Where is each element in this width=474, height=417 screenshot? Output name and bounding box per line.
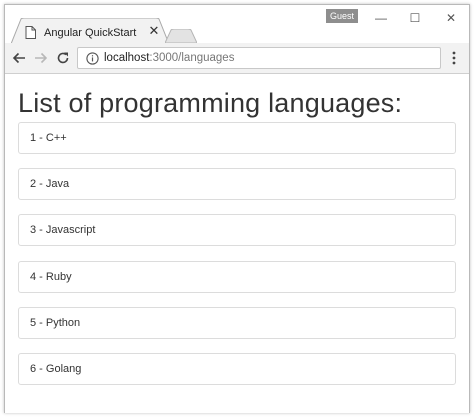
page-title: List of programming languages: <box>18 88 403 118</box>
page-icon <box>25 26 36 39</box>
forward-arrow-icon[interactable] <box>33 50 49 66</box>
list-item[interactable]: 1 - C++ <box>18 122 456 154</box>
reload-icon[interactable] <box>55 50 71 66</box>
minimize-icon[interactable]: — <box>374 11 388 25</box>
window-close-icon[interactable]: ✕ <box>444 11 458 25</box>
back-arrow-icon[interactable] <box>11 50 27 66</box>
list-item[interactable]: 3 - Javascript <box>18 214 456 246</box>
address-bar[interactable]: localhost:3000/languages <box>77 47 441 69</box>
url-host: localhost <box>104 52 150 64</box>
new-tab-button[interactable] <box>165 29 197 43</box>
browser-toolbar: localhost:3000/languages <box>5 43 469 74</box>
url-path: :3000/languages <box>149 52 235 64</box>
kebab-menu-icon[interactable] <box>449 50 459 66</box>
close-icon[interactable]: ✕ <box>147 24 161 38</box>
info-icon[interactable] <box>86 52 99 65</box>
list-item[interactable]: 2 - Java <box>18 168 456 200</box>
browser-window: Angular QuickStart ✕ Guest — ☐ ✕ localho… <box>4 4 470 413</box>
list-item[interactable]: 6 - Golang <box>18 353 456 385</box>
maximize-icon[interactable]: ☐ <box>408 11 422 25</box>
url-text: localhost:3000/languages <box>104 52 234 64</box>
title-bar: Angular QuickStart ✕ Guest — ☐ ✕ <box>5 5 469 44</box>
list-item[interactable]: 4 - Ruby <box>18 261 456 293</box>
tab-title: Angular QuickStart <box>44 27 137 39</box>
guest-badge[interactable]: Guest <box>326 9 359 23</box>
page-content: List of programming languages: 1 - C++ 2… <box>5 75 469 413</box>
list-item[interactable]: 5 - Python <box>18 307 456 339</box>
